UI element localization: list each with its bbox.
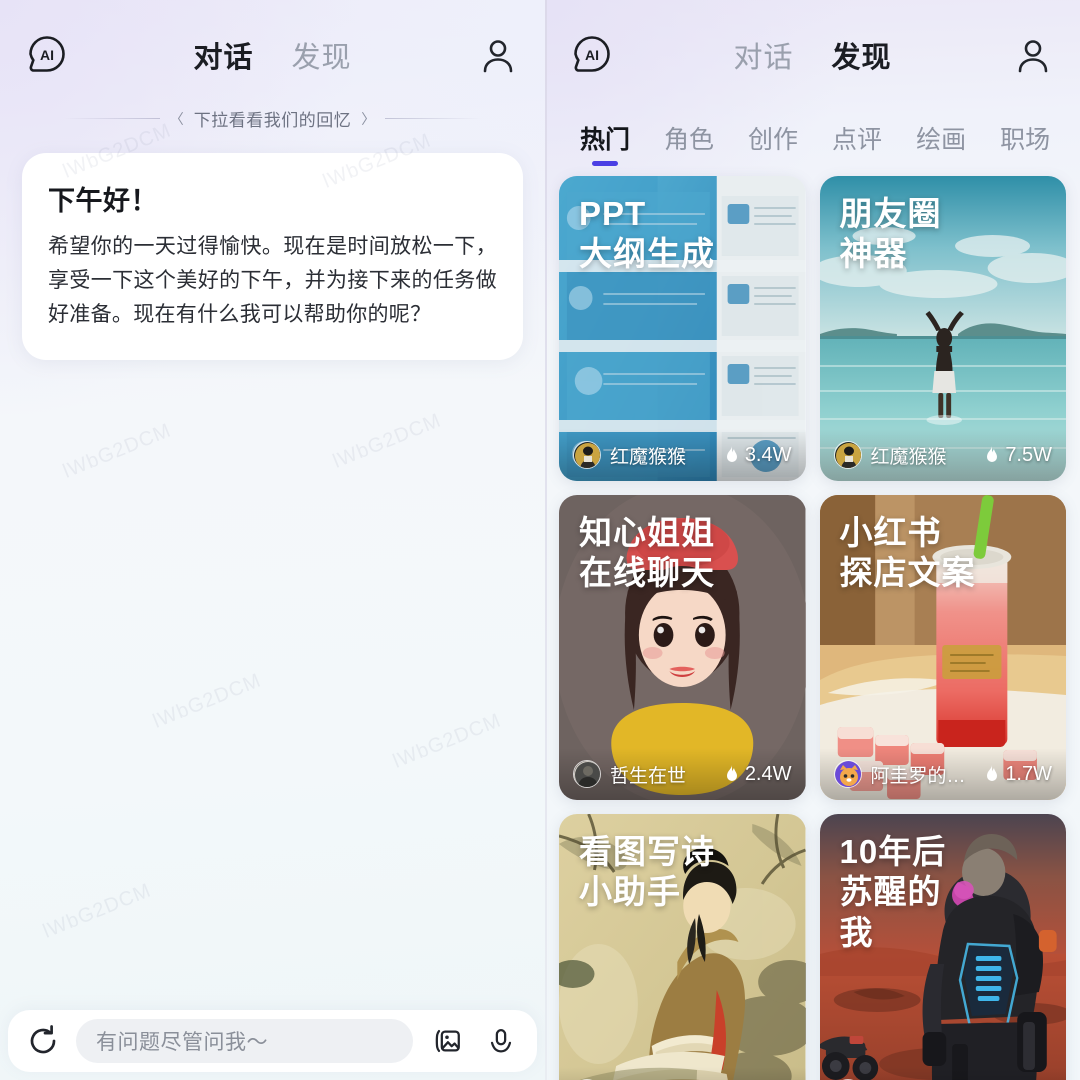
tab-discover[interactable]: 发现 — [832, 34, 892, 76]
active-tab-underline — [592, 161, 618, 166]
watermark: lWbG2DCM — [329, 409, 445, 473]
greeting-body: 希望你的一天过得愉快。现在是时间放松一下，享受一下这个美好的下午，并为接下来的任… — [48, 235, 497, 327]
greeting-message-card: 下午好！ 希望你的一天过得愉快。现在是时间放松一下，享受一下这个美好的下午，并为… — [22, 153, 523, 361]
discover-card[interactable]: PPT 大纲生成 红魔猴猴 3.4W — [559, 176, 806, 481]
card-title: 看图写诗 小助手 — [579, 833, 715, 911]
author-name: 红魔猴猴 — [610, 446, 687, 468]
discover-card[interactable]: 小红书 探店文案 阿圭罗的小… 1.7W — [819, 495, 1066, 800]
card-footer: 红魔猴猴 3.4W — [559, 429, 806, 481]
discover-card[interactable]: 看图写诗 小助手 红魔猴猴 5113 — [559, 814, 806, 1080]
watermark: lWbG2DCM — [59, 419, 175, 483]
hot-count: 2.4W — [724, 763, 792, 786]
tab-chat[interactable]: 对话 — [733, 34, 793, 76]
author-avatar — [573, 441, 601, 469]
hint-line-right — [385, 118, 482, 119]
hot-count: 3.4W — [724, 444, 792, 467]
discover-card[interactable]: 朋友圈 神器 红魔猴猴 7.5W — [819, 176, 1066, 481]
chat-input-bar: 有问题尽管问我～ — [8, 1010, 537, 1072]
category-label: 热门 — [580, 126, 631, 154]
category-tab-drawing[interactable]: 绘画 — [899, 120, 983, 166]
left-header-tabs: 对话 发现 — [68, 34, 477, 76]
watermark: lWbG2DCM — [149, 669, 265, 733]
svg-text:AI: AI — [585, 47, 599, 63]
category-tab-workplace[interactable]: 职场 — [983, 120, 1067, 166]
category-tab-role[interactable]: 角色 — [647, 120, 731, 166]
discover-panel: AI 对话 发现 热门 角色 创作 点评 绘画 职场 PPT 大纲生成 红魔猴猴… — [545, 0, 1080, 1080]
tab-chat[interactable]: 对话 — [193, 34, 253, 76]
flame-icon — [726, 765, 737, 781]
watermark: lWbG2DCM — [39, 879, 155, 943]
card-title: 知心姐姐 在线聊天 — [579, 514, 715, 592]
hot-count-value: 7.5W — [1005, 443, 1052, 466]
card-title: 朋友圈 神器 — [839, 195, 942, 273]
panel-divider — [545, 0, 547, 1080]
left-header: AI 对话 发现 — [0, 0, 545, 110]
author-avatar — [833, 441, 862, 469]
hot-count-value: 1.7W — [1005, 762, 1052, 785]
chevron-left-icon: 〈 — [169, 110, 184, 127]
hot-count: 7.5W — [984, 444, 1052, 467]
card-footer: 勤奋的傀儡… 8710 — [819, 1067, 1066, 1080]
hint-line-left — [63, 118, 160, 119]
profile-icon[interactable] — [477, 34, 519, 76]
image-icon[interactable] — [427, 1021, 467, 1061]
watermark: lWbG2DCM — [389, 709, 505, 773]
hot-count: 1.7W — [984, 763, 1052, 786]
right-header-tabs: 对话 发现 — [613, 34, 1012, 76]
category-tab-bar: 热门 角色 创作 点评 绘画 职场 学习 — [545, 110, 1080, 166]
flame-icon — [726, 446, 737, 462]
author-avatar — [573, 760, 601, 788]
chat-panel: lWbG2DCM lWbG2DCM lWbG2DCM lWbG2DCM lWbG… — [0, 0, 545, 1080]
microphone-icon[interactable] — [481, 1021, 521, 1061]
card-footer: 红魔猴猴 5113 — [559, 1067, 806, 1080]
discover-card-grid: PPT 大纲生成 红魔猴猴 3.4W 朋友圈 神器 红魔猴猴 7.5W 知心姐姐… — [545, 166, 1080, 1080]
card-title: 小红书 探店文案 — [839, 514, 976, 592]
discover-card[interactable]: 知心姐姐 在线聊天 哲生在世 2.4W — [559, 495, 806, 800]
author-name: 红魔猴猴 — [870, 446, 947, 468]
category-tab-study[interactable]: 学习 — [1067, 120, 1080, 166]
flame-icon — [987, 765, 998, 781]
app-screen: lWbG2DCM lWbG2DCM lWbG2DCM lWbG2DCM lWbG… — [0, 0, 1080, 1080]
category-tab-review[interactable]: 点评 — [815, 120, 899, 166]
refresh-icon[interactable] — [24, 1022, 62, 1060]
svg-text:AI: AI — [40, 47, 54, 63]
card-footer: 哲生在世 2.4W — [559, 748, 806, 800]
app-logo-icon[interactable]: AI — [571, 34, 613, 76]
right-header: AI 对话 发现 — [545, 0, 1080, 110]
category-tab-create[interactable]: 创作 — [731, 120, 815, 166]
hot-count-value: 2.4W — [744, 762, 792, 785]
hot-count-value: 3.4W — [744, 443, 792, 466]
message-input[interactable]: 有问题尽管问我～ — [76, 1019, 413, 1063]
card-title: 10年后 苏醒的 我 — [839, 833, 947, 951]
discover-card[interactable]: 10年后 苏醒的 我 勤奋的傀儡… 8710 — [819, 814, 1066, 1080]
chevron-right-icon: 〉 — [361, 110, 376, 127]
profile-icon[interactable] — [1012, 34, 1054, 76]
card-footer: 阿圭罗的小… 1.7W — [819, 748, 1066, 800]
card-footer: 红魔猴猴 7.5W — [819, 429, 1066, 481]
category-tab-hot[interactable]: 热门 — [563, 120, 647, 166]
message-input-placeholder: 有问题尽管问我～ — [96, 1031, 268, 1054]
flame-icon — [987, 446, 998, 462]
author-name: 哲生在世 — [610, 765, 687, 787]
author-avatar — [833, 760, 862, 788]
card-title: PPT 大纲生成 — [579, 195, 715, 273]
author-name: 阿圭罗的小… — [870, 765, 976, 787]
app-logo-icon[interactable]: AI — [26, 34, 68, 76]
greeting-title: 下午好！ — [48, 186, 158, 216]
tab-discover[interactable]: 发现 — [292, 34, 352, 76]
